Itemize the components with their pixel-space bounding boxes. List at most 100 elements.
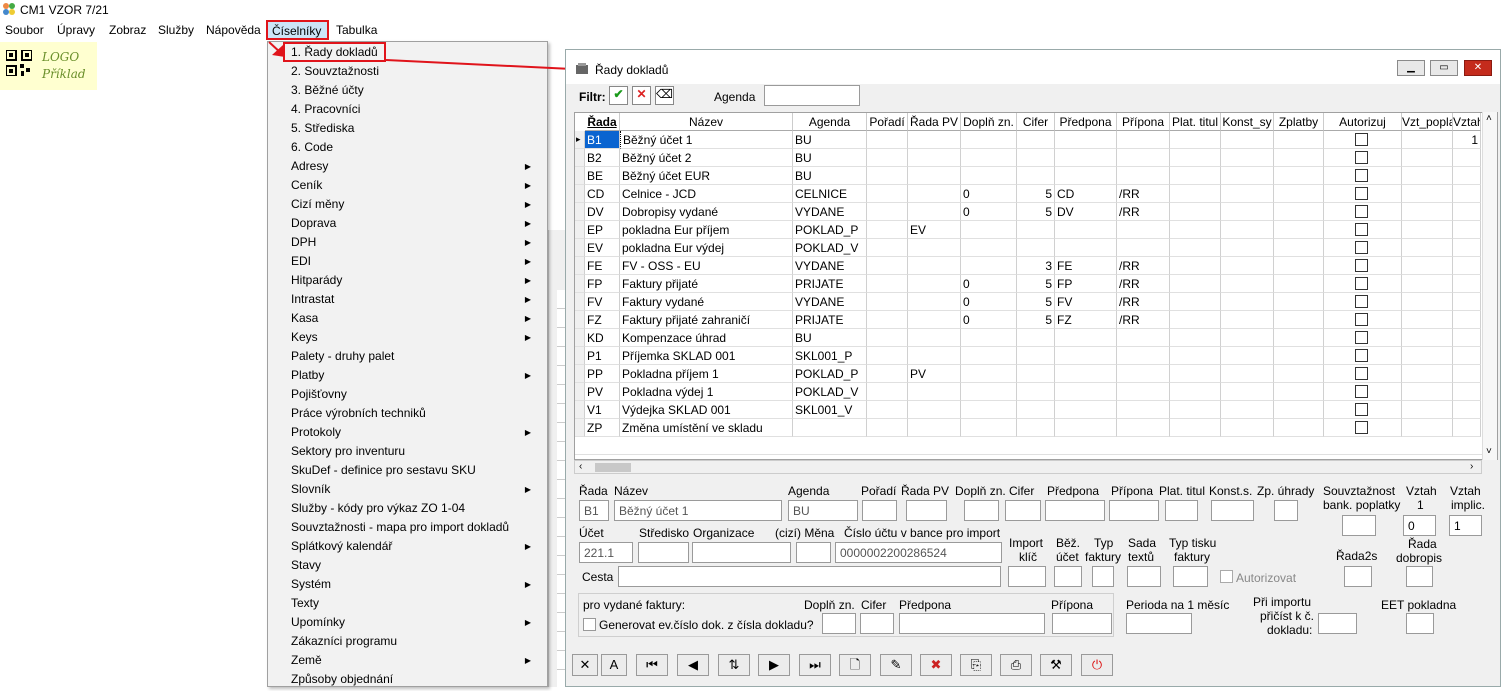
grid-cell[interactable]: FP: [1055, 275, 1117, 293]
mena-field[interactable]: [796, 542, 831, 563]
grid-cell[interactable]: [1170, 329, 1221, 347]
grid-cell[interactable]: FV: [585, 293, 620, 311]
vztah-implic-field[interactable]: [1449, 515, 1482, 536]
grid-cell[interactable]: DV: [1055, 203, 1117, 221]
grid-cell[interactable]: [1453, 203, 1481, 221]
grid-cell[interactable]: [1324, 365, 1402, 383]
grid-cell[interactable]: [1453, 275, 1481, 293]
grid-cell[interactable]: [908, 185, 961, 203]
grid-cell[interactable]: [908, 329, 961, 347]
grid-cell[interactable]: [793, 419, 867, 437]
grid-cell[interactable]: EP: [585, 221, 620, 239]
horizontal-scrollbar[interactable]: ‹ ›: [574, 460, 1482, 474]
grid-cell[interactable]: [1017, 239, 1055, 257]
row-indicator[interactable]: [575, 185, 585, 203]
grid-cell[interactable]: [1453, 167, 1481, 185]
close-button[interactable]: ✕: [1464, 60, 1492, 76]
grid-cell[interactable]: Celnice - JCD: [620, 185, 793, 203]
row-indicator[interactable]: ▸: [575, 131, 585, 149]
grid-cell[interactable]: PV: [908, 365, 961, 383]
grid-cell[interactable]: [1324, 203, 1402, 221]
grid-cell[interactable]: SKL001_P: [793, 347, 867, 365]
grid-cell[interactable]: [1324, 149, 1402, 167]
row-indicator[interactable]: [575, 401, 585, 419]
grid-cell[interactable]: [961, 257, 1017, 275]
grid-cell[interactable]: [1324, 419, 1402, 437]
grid-cell[interactable]: [1221, 383, 1274, 401]
organizace-field[interactable]: [692, 542, 791, 563]
row-indicator[interactable]: [575, 419, 585, 437]
grid-cell[interactable]: /RR: [1117, 275, 1170, 293]
grid-cell[interactable]: [1170, 347, 1221, 365]
grid-cell[interactable]: [1453, 347, 1481, 365]
grid-cell[interactable]: [867, 419, 908, 437]
autorizuj-checkbox[interactable]: [1355, 367, 1368, 380]
grid-cell[interactable]: SKL001_V: [793, 401, 867, 419]
grid-cell[interactable]: [1324, 221, 1402, 239]
grid-cell[interactable]: 5: [1017, 203, 1055, 221]
grid-cell[interactable]: [1017, 131, 1055, 149]
grid-cell[interactable]: [1055, 347, 1117, 365]
column-header[interactable]: Doplň zn.: [961, 113, 1017, 131]
grid-cell[interactable]: [1170, 419, 1221, 437]
grid-cell[interactable]: Běžný účet EUR: [620, 167, 793, 185]
autorizuj-checkbox[interactable]: [1355, 205, 1368, 218]
grid-cell[interactable]: PRIJATE: [793, 275, 867, 293]
grid-cell[interactable]: [1055, 365, 1117, 383]
row-indicator[interactable]: [575, 311, 585, 329]
column-header[interactable]: Autorizuj: [1324, 113, 1402, 131]
grid-cell[interactable]: [1402, 293, 1453, 311]
column-header[interactable]: Přípona: [1117, 113, 1170, 131]
grid-cell[interactable]: Pokladna výdej 1: [620, 383, 793, 401]
autorizuj-checkbox[interactable]: [1355, 313, 1368, 326]
row-indicator[interactable]: [575, 149, 585, 167]
pripona2-field[interactable]: [1052, 613, 1112, 634]
maximize-button[interactable]: ▭: [1430, 60, 1458, 76]
grid-cell[interactable]: FE: [1055, 257, 1117, 275]
grid-cell[interactable]: [1055, 149, 1117, 167]
grid-cell[interactable]: /RR: [1117, 311, 1170, 329]
cesta-field[interactable]: [618, 566, 1001, 587]
grid-cell[interactable]: EV: [908, 221, 961, 239]
previous-record-icon[interactable]: ◀: [677, 654, 709, 676]
grid-cell[interactable]: [1274, 149, 1324, 167]
grid-cell[interactable]: [1117, 365, 1170, 383]
autorizuj-checkbox[interactable]: [1355, 169, 1368, 182]
grid-cell[interactable]: [1170, 167, 1221, 185]
typ-tisku-field[interactable]: [1173, 566, 1208, 587]
row-indicator[interactable]: [575, 329, 585, 347]
grid-cell[interactable]: [961, 329, 1017, 347]
perioda-field[interactable]: [1126, 613, 1192, 634]
grid-cell[interactable]: [1170, 293, 1221, 311]
grid-cell[interactable]: [1453, 293, 1481, 311]
grid-cell[interactable]: [1055, 419, 1117, 437]
grid-cell[interactable]: [908, 149, 961, 167]
grid-cell[interactable]: [1221, 185, 1274, 203]
grid-cell[interactable]: [1221, 365, 1274, 383]
grid-cell[interactable]: pokladna Eur příjem: [620, 221, 793, 239]
grid-cell[interactable]: Výdejka SKLAD 001: [620, 401, 793, 419]
grid-cell[interactable]: [1453, 185, 1481, 203]
grid-cell[interactable]: [1453, 401, 1481, 419]
grid-cell[interactable]: [1017, 167, 1055, 185]
vztah-field[interactable]: [1403, 515, 1436, 536]
grid-cell[interactable]: [1117, 131, 1170, 149]
row-indicator[interactable]: [575, 383, 585, 401]
grid-cell[interactable]: [961, 401, 1017, 419]
grid-cell[interactable]: Faktury vydané: [620, 293, 793, 311]
grid-cell[interactable]: P1: [585, 347, 620, 365]
dopln-zn-field[interactable]: [964, 500, 999, 521]
grid-cell[interactable]: [867, 221, 908, 239]
rada-field[interactable]: [579, 500, 609, 521]
column-header[interactable]: Agenda: [793, 113, 867, 131]
grid-cell[interactable]: POKLAD_V: [793, 239, 867, 257]
grid-cell[interactable]: FV: [1055, 293, 1117, 311]
grid-cell[interactable]: [961, 149, 1017, 167]
grid-cell[interactable]: [867, 275, 908, 293]
grid-cell[interactable]: Změna umístění ve skladu: [620, 419, 793, 437]
grid-cell[interactable]: [1221, 131, 1274, 149]
grid-cell[interactable]: BU: [793, 149, 867, 167]
grid-cell[interactable]: [1402, 221, 1453, 239]
grid-cell[interactable]: [1170, 131, 1221, 149]
tools-icon[interactable]: ⚒: [1040, 654, 1072, 676]
